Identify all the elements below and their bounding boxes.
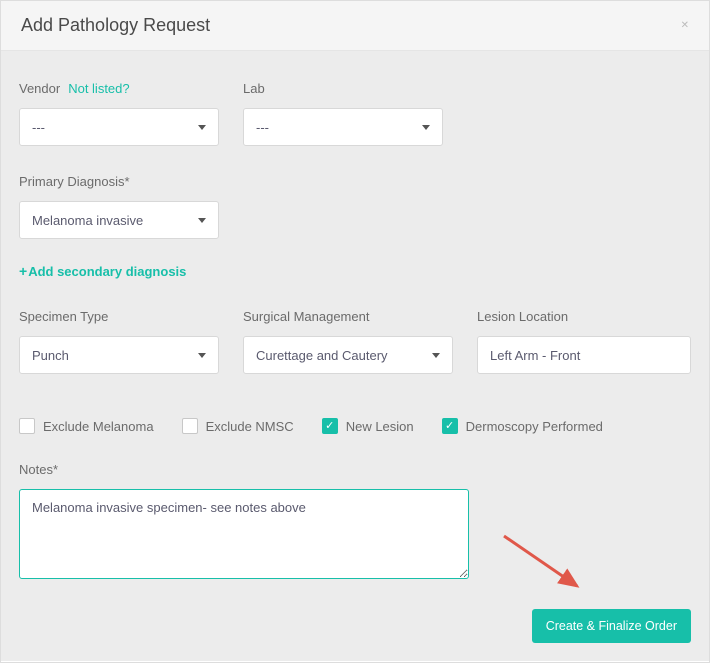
lab-select[interactable]: --- bbox=[243, 108, 443, 146]
lesion-location-value-box[interactable]: Left Arm - Front bbox=[477, 336, 691, 374]
vendor-label: Vendor bbox=[19, 81, 60, 96]
notes-field: Notes* bbox=[19, 462, 691, 584]
new-lesion-checkbox[interactable]: ✓ New Lesion bbox=[322, 418, 414, 434]
vendor-select[interactable]: --- bbox=[19, 108, 219, 146]
specimen-type-field: Specimen Type Punch bbox=[19, 309, 219, 374]
chevron-down-icon bbox=[198, 353, 206, 358]
vendor-field: Vendor Not listed? --- bbox=[19, 81, 219, 146]
primary-diagnosis-label: Primary Diagnosis* bbox=[19, 174, 219, 189]
exclude-melanoma-label: Exclude Melanoma bbox=[43, 419, 154, 434]
vendor-not-listed-link[interactable]: Not listed? bbox=[68, 81, 129, 96]
exclude-melanoma-checkbox[interactable]: Exclude Melanoma bbox=[19, 418, 154, 434]
chevron-down-icon bbox=[198, 125, 206, 130]
lesion-location-field: Lesion Location Left Arm - Front bbox=[477, 309, 691, 374]
checkbox-checked-icon: ✓ bbox=[322, 418, 338, 434]
primary-diagnosis-select[interactable]: Melanoma invasive bbox=[19, 201, 219, 239]
dermoscopy-checkbox[interactable]: ✓ Dermoscopy Performed bbox=[442, 418, 603, 434]
modal-header: Add Pathology Request ✕ bbox=[1, 1, 709, 51]
chevron-down-icon bbox=[198, 218, 206, 223]
chevron-down-icon bbox=[432, 353, 440, 358]
surgical-management-value: Curettage and Cautery bbox=[256, 348, 388, 363]
lab-field: Lab --- bbox=[243, 81, 443, 146]
create-finalize-order-button[interactable]: Create & Finalize Order bbox=[532, 609, 691, 643]
modal-body: Vendor Not listed? --- Lab --- Primary D… bbox=[1, 51, 709, 661]
add-secondary-label: Add secondary diagnosis bbox=[28, 264, 186, 279]
checkbox-icon bbox=[182, 418, 198, 434]
modal-title: Add Pathology Request bbox=[21, 15, 210, 36]
vendor-value: --- bbox=[32, 120, 45, 135]
dermoscopy-label: Dermoscopy Performed bbox=[466, 419, 603, 434]
specimen-type-label: Specimen Type bbox=[19, 309, 219, 324]
surgical-management-label: Surgical Management bbox=[243, 309, 453, 324]
add-secondary-diagnosis-link[interactable]: +Add secondary diagnosis bbox=[19, 263, 186, 279]
lesion-location-label: Lesion Location bbox=[477, 309, 691, 324]
exclude-nmsc-checkbox[interactable]: Exclude NMSC bbox=[182, 418, 294, 434]
surgical-management-field: Surgical Management Curettage and Cauter… bbox=[243, 309, 453, 374]
new-lesion-label: New Lesion bbox=[346, 419, 414, 434]
notes-textarea[interactable] bbox=[19, 489, 469, 579]
specimen-type-value: Punch bbox=[32, 348, 69, 363]
close-icon[interactable]: ✕ bbox=[681, 20, 689, 31]
checkbox-icon bbox=[19, 418, 35, 434]
checkbox-row: Exclude Melanoma Exclude NMSC ✓ New Lesi… bbox=[19, 418, 691, 434]
lab-value: --- bbox=[256, 120, 269, 135]
lab-label: Lab bbox=[243, 81, 443, 96]
plus-icon: + bbox=[19, 263, 27, 279]
surgical-management-select[interactable]: Curettage and Cautery bbox=[243, 336, 453, 374]
primary-diagnosis-value: Melanoma invasive bbox=[32, 213, 143, 228]
primary-diagnosis-field: Primary Diagnosis* Melanoma invasive bbox=[19, 174, 219, 239]
lesion-location-value: Left Arm - Front bbox=[490, 348, 580, 363]
exclude-nmsc-label: Exclude NMSC bbox=[206, 419, 294, 434]
notes-label: Notes* bbox=[19, 462, 691, 477]
specimen-type-select[interactable]: Punch bbox=[19, 336, 219, 374]
chevron-down-icon bbox=[422, 125, 430, 130]
checkbox-checked-icon: ✓ bbox=[442, 418, 458, 434]
